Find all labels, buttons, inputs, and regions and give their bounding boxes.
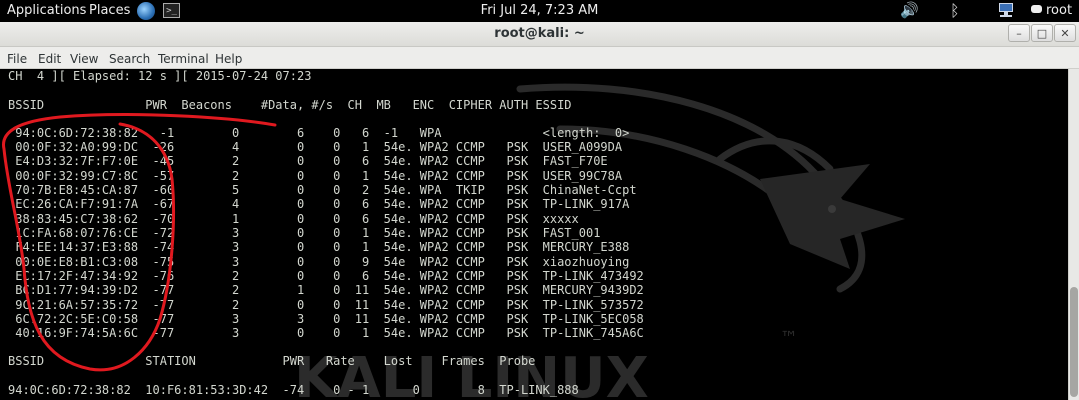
status-line: CH 4 ][ Elapsed: 12 s ][ 2015-07-24 07:2… (8, 69, 312, 83)
network-icon[interactable] (997, 3, 1015, 17)
ap-row: 6C:72:2C:5E:C0:58 -77 3 3 0 11 54e. WPA2… (8, 312, 644, 326)
chat-bubble-icon (1031, 5, 1042, 13)
watermark-tm: ™ (780, 328, 798, 349)
title-bar[interactable]: root@kali: ~ – □ ✕ (0, 22, 1079, 47)
bluetooth-icon[interactable]: ᛒ (950, 2, 960, 19)
ap-row: 00:0E:E8:B1:C3:08 -75 3 0 0 9 54e WPA2 C… (8, 255, 630, 269)
menu-help[interactable]: Help (215, 52, 242, 66)
station-row: 94:0C:6D:72:38:82 10:F6:81:53:3D:42 -74 … (8, 383, 579, 397)
minimize-button[interactable]: – (1008, 24, 1030, 42)
menu-view[interactable]: View (70, 52, 98, 66)
top-panel: Applications Places >_ Fri Jul 24, 7:23 … (0, 0, 1079, 22)
ap-row: 70:7B:E8:45:CA:87 -60 5 0 0 2 54e. WPA T… (8, 183, 637, 197)
window-title: root@kali: ~ (494, 26, 585, 41)
ap-row: 40:16:9F:74:5A:6C -77 3 0 0 1 54e. WPA2 … (8, 326, 644, 340)
terminal-scrollbar[interactable] (1068, 69, 1079, 400)
terminal-output[interactable]: KALI LINUX ™ CH 4 ][ Elapsed: 12 s ][ 20… (0, 69, 1068, 400)
ap-row: 00:0F:32:A0:99:DC -26 4 0 0 1 54e. WPA2 … (8, 140, 623, 154)
ap-row: BC:D1:77:94:39:D2 -77 2 1 0 11 54e. WPA2… (8, 283, 644, 297)
ap-row: EC:26:CA:F7:91:7A -67 4 0 0 6 54e. WPA2 … (8, 197, 630, 211)
close-button[interactable]: ✕ (1054, 24, 1076, 42)
volume-icon[interactable]: 🔊 (900, 2, 919, 19)
ap-row: 9C:21:6A:57:35:72 -77 2 0 0 11 54e. WPA2… (8, 298, 644, 312)
menu-search[interactable]: Search (109, 52, 150, 66)
user-menu[interactable]: root (1031, 3, 1072, 18)
ap-table-header: BSSID PWR Beacons #Data, #/s CH MB ENC C… (8, 98, 572, 112)
ap-row: 94:0C:6D:72:38:82 -1 0 6 0 6 -1 WPA <len… (8, 126, 630, 140)
menu-file[interactable]: File (7, 52, 27, 66)
ap-row: E4:D3:32:7F:F7:0E -45 2 0 0 6 54e. WPA2 … (8, 154, 608, 168)
maximize-button[interactable]: □ (1031, 24, 1053, 42)
ap-row: F4:EE:14:37:E3:88 -74 3 0 0 1 54e. WPA2 … (8, 240, 630, 254)
menu-bar: File Edit View Search Terminal Help (0, 47, 1079, 69)
scrollbar-thumb[interactable] (1070, 287, 1078, 397)
ap-row: EC:17:2F:47:34:92 -76 2 0 0 6 54e. WPA2 … (8, 269, 644, 283)
ap-row: 38:83:45:C7:38:62 -70 1 0 0 6 54e. WPA2 … (8, 212, 579, 226)
menu-terminal[interactable]: Terminal (158, 52, 209, 66)
terminal-window: root@kali: ~ – □ ✕ File Edit View Search… (0, 22, 1079, 400)
user-name: root (1046, 3, 1073, 18)
ap-row: 1C:FA:68:07:76:CE -72 3 0 0 1 54e. WPA2 … (8, 226, 601, 240)
station-table-header: BSSID STATION PWR Rate Lost Frames Probe (8, 354, 536, 368)
menu-edit[interactable]: Edit (38, 52, 61, 66)
ap-row: 00:0F:32:99:C7:8C -57 2 0 0 1 54e. WPA2 … (8, 169, 623, 183)
